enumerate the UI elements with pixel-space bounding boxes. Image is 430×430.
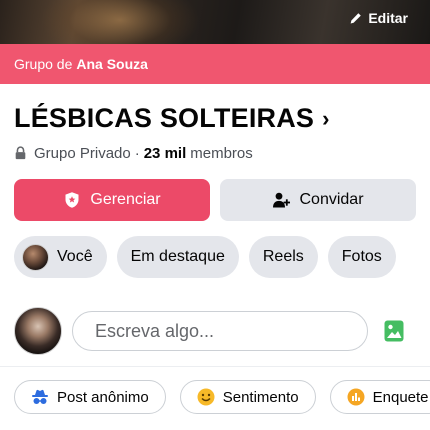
tab-label: Em destaque — [130, 248, 225, 265]
group-name: LÉSBICAS SOLTEIRAS — [14, 102, 315, 133]
group-owner-banner: Grupo de Ana Souza — [0, 44, 430, 84]
members-count: 23 mil — [143, 144, 187, 162]
chevron-right-icon: › — [322, 106, 330, 131]
tab-featured[interactable]: Em destaque — [116, 236, 239, 278]
avatar — [22, 243, 49, 271]
section-divider — [0, 366, 430, 367]
tab-reels[interactable]: Reels — [248, 236, 318, 278]
composer-avatar[interactable] — [14, 307, 62, 355]
smiley-icon — [197, 388, 215, 406]
photo-icon[interactable] — [384, 320, 404, 342]
privacy-label: Grupo Privado — [34, 144, 131, 162]
composer-placeholder: Escreva algo... — [95, 320, 215, 341]
tab-you[interactable]: Você — [14, 236, 107, 278]
manage-button[interactable]: Gerenciar — [14, 179, 210, 221]
add-person-icon — [273, 192, 291, 208]
manage-label: Gerenciar — [90, 191, 161, 208]
action-label: Post anônimo — [57, 388, 149, 406]
tab-label: Reels — [262, 248, 304, 265]
tab-photos[interactable]: Fotos — [327, 236, 396, 278]
poll-icon — [347, 388, 365, 406]
poll-button[interactable]: Enquete — [329, 380, 430, 414]
post-actions: Post anônimo Sentimento Enquete — [14, 380, 430, 414]
lock-icon — [15, 146, 26, 160]
group-meta: Grupo Privado · 23 mil membros — [14, 143, 253, 163]
group-cover-photo: Editar — [0, 0, 430, 44]
edit-cover-label: Editar — [368, 10, 408, 26]
group-tabs: Você Em destaque Reels Fotos — [14, 236, 396, 278]
tab-label: Você — [57, 248, 93, 265]
pencil-icon — [350, 12, 362, 24]
action-label: Sentimento — [222, 388, 299, 406]
anonymous-post-button[interactable]: Post anônimo — [14, 380, 166, 414]
banner-prefix: Grupo de — [14, 56, 73, 72]
group-title[interactable]: LÉSBICAS SOLTEIRAS › — [14, 101, 329, 135]
feeling-button[interactable]: Sentimento — [179, 380, 316, 414]
composer-input[interactable]: Escreva algo... — [72, 311, 368, 351]
invite-button[interactable]: Convidar — [220, 179, 416, 221]
invite-label: Convidar — [299, 191, 364, 208]
members-label: membros — [190, 144, 253, 162]
incognito-icon — [31, 388, 49, 406]
action-label: Enquete — [372, 388, 429, 406]
shield-icon — [65, 192, 79, 208]
tab-label: Fotos — [341, 248, 382, 265]
meta-separator: · — [134, 144, 140, 162]
edit-cover-button[interactable]: Editar — [349, 8, 408, 28]
banner-owner-link[interactable]: Ana Souza — [76, 56, 148, 72]
